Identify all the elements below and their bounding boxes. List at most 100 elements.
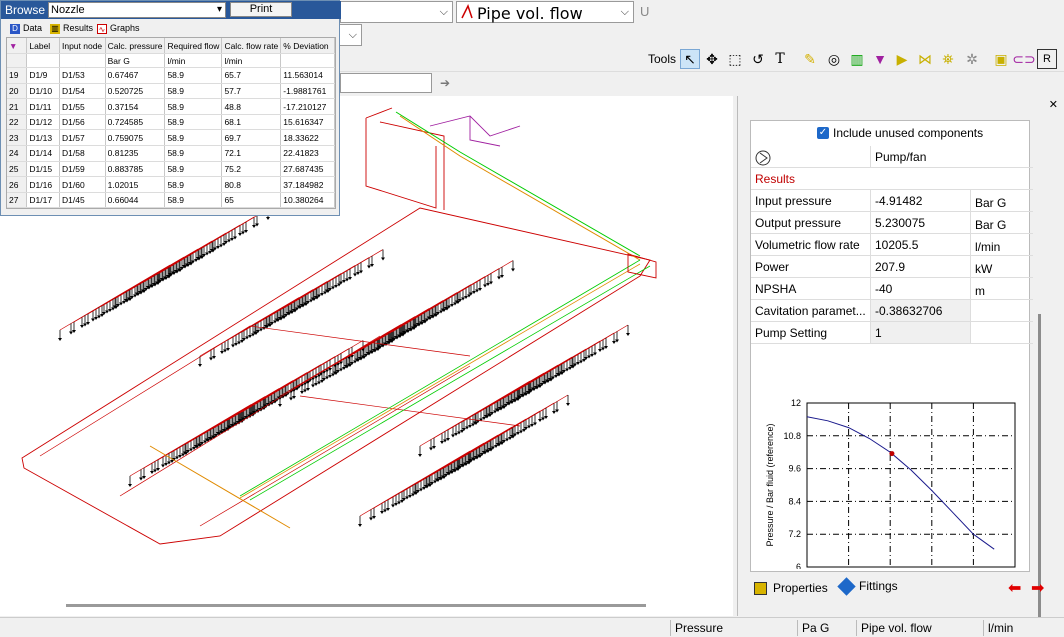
column-header[interactable]: Label bbox=[26, 38, 60, 55]
property-row[interactable]: Output pressure 5.230075 Bar G bbox=[751, 212, 1033, 234]
table-cell: D1/16 bbox=[26, 176, 60, 193]
table-row[interactable]: 26 D1/16 D1/60 1.02015 58.9 80.8 37.184982 bbox=[7, 176, 335, 193]
rectangle-select-icon[interactable]: ⬚ bbox=[725, 49, 745, 69]
property-label: Power bbox=[755, 260, 790, 274]
text-tool-icon[interactable]: T bbox=[770, 49, 790, 69]
table-cell: 72.1 bbox=[221, 145, 282, 162]
sprinkler-array bbox=[128, 340, 365, 487]
select-arrow-icon[interactable]: ↖ bbox=[680, 49, 700, 69]
table-row[interactable]: 19 D1/9 D1/53 0.67467 58.9 65.7 11.563014 bbox=[7, 67, 335, 84]
results-grid[interactable]: ▼ Label Input node Calc. pressure Required f… bbox=[6, 37, 336, 209]
move-icon[interactable]: ✥ bbox=[702, 49, 722, 69]
table-cell: D1/53 bbox=[59, 67, 106, 84]
tab-graphs[interactable]: ∿ Graphs bbox=[97, 21, 140, 35]
grid-units-row: Bar Gl/min l/min bbox=[7, 53, 335, 69]
sprinkler bbox=[369, 517, 373, 521]
column-header[interactable]: Calc. pressure bbox=[105, 38, 166, 55]
sprinkler bbox=[80, 325, 84, 328]
sprinkler bbox=[198, 364, 202, 367]
table-cell: -1.9881761 bbox=[280, 83, 335, 100]
relief-valve-icon[interactable]: ✲ bbox=[962, 49, 982, 69]
sprinkler bbox=[278, 404, 282, 407]
table-cell: D1/9 bbox=[26, 67, 60, 84]
grid-divider bbox=[870, 234, 871, 256]
property-row[interactable]: Input pressure -4.91482 Bar G bbox=[751, 190, 1033, 212]
sprinkler-array bbox=[358, 394, 570, 527]
search-input[interactable] bbox=[340, 73, 432, 93]
table-row[interactable]: 22 D1/12 D1/56 0.724585 58.9 68.1 15.616347 bbox=[7, 114, 335, 131]
table-row[interactable]: 25 D1/15 D1/59 0.883785 58.9 75.2 27.687435 bbox=[7, 161, 335, 178]
table-cell: D1/57 bbox=[59, 129, 106, 147]
control-valve-icon[interactable]: ⛯ bbox=[938, 49, 958, 69]
pump-icon bbox=[755, 150, 771, 169]
column-header[interactable]: Calc. flow rate bbox=[221, 38, 282, 55]
property-value: 1 bbox=[875, 326, 882, 340]
pump-tool-icon[interactable]: ◎ bbox=[824, 49, 844, 69]
nozzle-tool-icon[interactable]: ▼ bbox=[870, 49, 890, 69]
sprinkler bbox=[552, 411, 556, 414]
status-divider bbox=[856, 620, 857, 636]
browse-title: Browse bbox=[5, 3, 46, 17]
valve-tool-icon[interactable]: ⋈ bbox=[915, 49, 935, 69]
pump-curve-chart: 1210.89.68.47.260500010000150002000025Pr… bbox=[765, 398, 1016, 569]
property-row[interactable]: Cavitation paramet... -0.38632706 bbox=[751, 300, 1033, 322]
column-header[interactable]: Required flow bbox=[164, 38, 223, 55]
rotate-icon[interactable]: ↺ bbox=[748, 49, 768, 69]
previous-arrow-icon[interactable]: ⬅ bbox=[1008, 578, 1021, 598]
property-row[interactable]: Pump Setting 1 bbox=[751, 322, 1033, 344]
table-cell: 58.9 bbox=[164, 176, 223, 193]
print-button[interactable]: Print bbox=[230, 2, 292, 17]
y-tick-label: 8.4 bbox=[788, 496, 801, 506]
header-pipe bbox=[39, 325, 521, 527]
column-header[interactable]: % Deviation bbox=[280, 38, 335, 55]
heat-exchanger-icon[interactable]: ▥ bbox=[847, 49, 867, 69]
property-unit: Bar G bbox=[975, 218, 1007, 232]
table-row[interactable]: 27 D1/17 D1/45 0.66044 58.9 65 10.380264 bbox=[7, 192, 335, 208]
sprinkler bbox=[311, 384, 315, 388]
browse-tabs: D Data ▥ Results ∿ Graphs bbox=[1, 19, 341, 37]
table-row[interactable]: 24 D1/14 D1/58 0.81235 58.9 72.1 22.41823 bbox=[7, 145, 335, 162]
reservoir-icon[interactable]: R bbox=[1037, 49, 1057, 69]
property-row[interactable]: Volumetric flow rate 10205.5 l/min bbox=[751, 234, 1033, 256]
horizontal-scrollbar[interactable] bbox=[66, 604, 646, 607]
browse-component-select[interactable]: Nozzle ▾ bbox=[48, 2, 226, 18]
check-valve-icon[interactable]: ▶ bbox=[892, 49, 912, 69]
reducer-icon[interactable]: ⊂⊃ bbox=[1012, 49, 1035, 69]
units-button[interactable]: U bbox=[640, 4, 649, 19]
sprinkler-array bbox=[278, 260, 515, 407]
tab-data[interactable]: D Data bbox=[10, 21, 42, 35]
pipe-tool-icon[interactable]: ✎ bbox=[800, 49, 820, 69]
tab-fittings[interactable]: Fittings bbox=[837, 576, 898, 596]
grid-divider bbox=[870, 278, 871, 300]
go-arrow-icon[interactable]: ➔ bbox=[440, 76, 450, 90]
grid-divider bbox=[970, 278, 971, 300]
sprinkler bbox=[266, 217, 270, 220]
component-combo[interactable]: ⌵ bbox=[340, 1, 453, 23]
property-label: Volumetric flow rate bbox=[755, 238, 860, 252]
tab-properties[interactable]: Properties bbox=[754, 581, 828, 595]
property-row[interactable]: Power 207.9 kW bbox=[751, 256, 1033, 278]
table-row[interactable]: 21 D1/11 D1/55 0.37154 58.9 48.8 -17.210127 bbox=[7, 98, 335, 115]
result-field-label: Pipe vol. flow bbox=[477, 4, 583, 23]
sprinkler bbox=[391, 504, 395, 508]
include-unused-checkbox[interactable]: ✓ Include unused components bbox=[817, 126, 983, 140]
sprinkler bbox=[566, 403, 570, 406]
highlighted-pipe-orange bbox=[149, 445, 291, 529]
result-field-combo[interactable]: Pipe vol. flow ⌵ bbox=[456, 1, 634, 23]
tab-results[interactable]: ▥ Results bbox=[50, 21, 93, 35]
grid-divider bbox=[970, 300, 971, 322]
column-header[interactable]: Input node bbox=[59, 38, 106, 55]
property-unit: l/min bbox=[975, 240, 1001, 254]
close-icon[interactable]: ✕ bbox=[1049, 98, 1058, 111]
table-cell: 0.520725 bbox=[105, 83, 166, 100]
sprinkler bbox=[538, 419, 542, 422]
orifice-icon[interactable]: ▣ bbox=[991, 49, 1011, 69]
sprinkler bbox=[289, 397, 293, 401]
sort-icon[interactable]: ▼ bbox=[7, 38, 28, 55]
table-cell: 80.8 bbox=[221, 176, 282, 193]
next-arrow-icon[interactable]: ➡ bbox=[1031, 578, 1044, 598]
properties-content: ✓ Include unused components Pump/fan Res… bbox=[750, 120, 1033, 572]
table-row[interactable]: 23 D1/13 D1/57 0.759075 58.9 69.7 18.33622 bbox=[7, 129, 335, 147]
table-row[interactable]: 20 D1/10 D1/54 0.520725 58.9 57.7 -1.9881761 bbox=[7, 83, 335, 100]
property-row[interactable]: NPSHA -40 m bbox=[751, 278, 1033, 300]
